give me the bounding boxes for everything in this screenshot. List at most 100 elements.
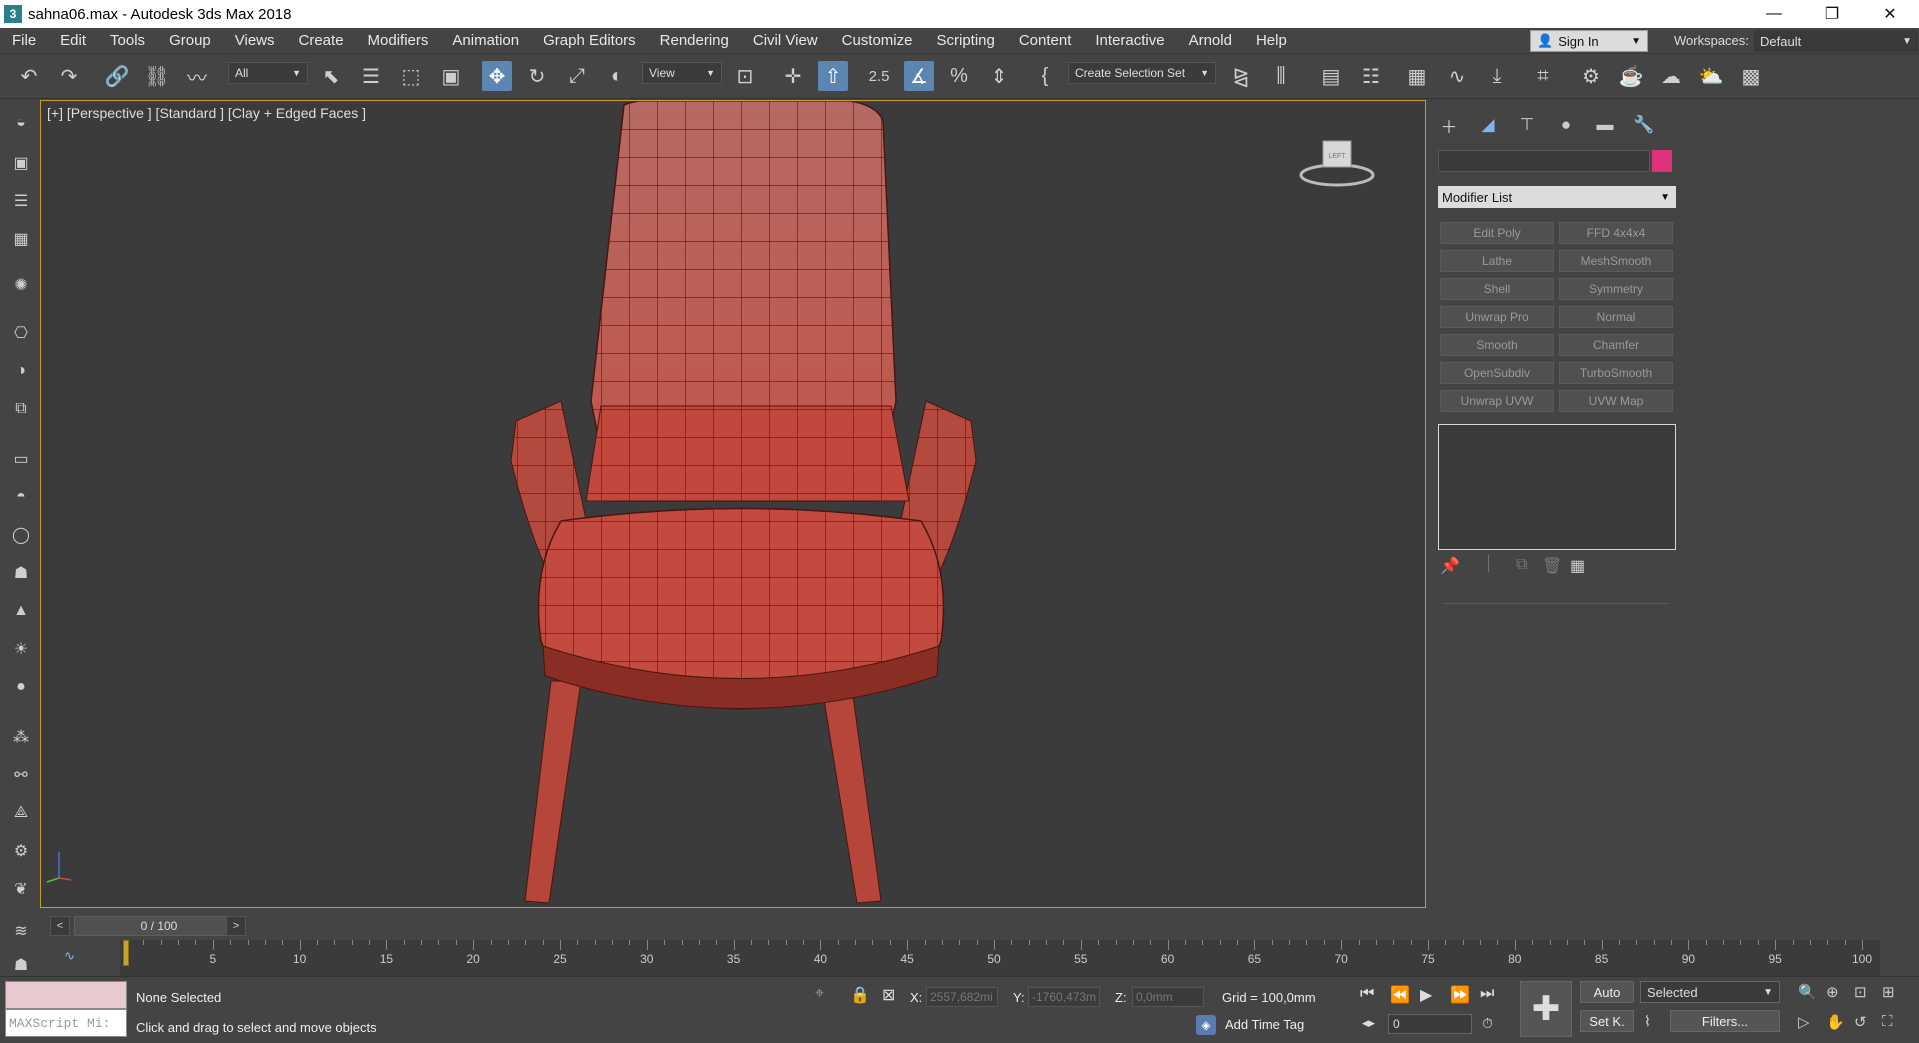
sign-in-dropdown[interactable]: 👤 Sign In ▼: [1530, 30, 1648, 52]
select-by-name-icon[interactable]: ☰: [356, 61, 386, 91]
make-unique-icon[interactable]: ⧉: [1516, 556, 1527, 574]
bind-space-warp-icon[interactable]: 〰: [182, 61, 212, 91]
edit-named-selection-icon[interactable]: {: [1030, 61, 1060, 91]
shell-button[interactable]: Shell: [1440, 278, 1554, 300]
pivot-center-icon[interactable]: ⊡: [730, 61, 760, 91]
chamfer-button[interactable]: Chamfer: [1559, 334, 1673, 356]
keyboard-shortcut-override-icon[interactable]: ✛: [778, 61, 808, 91]
render-production-icon[interactable]: ⛅: [1696, 61, 1726, 91]
edit-poly-button[interactable]: Edit Poly: [1440, 222, 1554, 244]
select-and-rotate-icon[interactable]: ↻: [522, 61, 552, 91]
object-color-swatch[interactable]: [1652, 150, 1672, 172]
key-filter-selection-dropdown[interactable]: Selected ▼: [1640, 981, 1780, 1003]
turbosmooth-button[interactable]: TurboSmooth: [1559, 362, 1673, 384]
mesh-icon[interactable]: ⟁: [8, 800, 34, 826]
absolute-mode-icon[interactable]: ⊠: [882, 985, 895, 1005]
select-and-place-icon[interactable]: ◐: [602, 61, 632, 91]
create-tab-icon[interactable]: ＋: [1434, 112, 1464, 138]
named-selection-dropdown[interactable]: Create Selection Set ▼: [1068, 62, 1216, 84]
menu-scripting[interactable]: Scripting: [924, 28, 1006, 54]
isolate-selection-icon[interactable]: ⌖: [815, 985, 824, 1003]
menu-help[interactable]: Help: [1244, 28, 1299, 54]
pin-stack-icon[interactable]: 📌: [1440, 556, 1460, 576]
material-editor-icon[interactable]: ⚙: [1576, 61, 1606, 91]
lock-selection-icon[interactable]: 🔒: [850, 985, 870, 1005]
close-button[interactable]: ✕: [1861, 0, 1919, 28]
maxscript-listener-output[interactable]: [5, 981, 127, 1009]
curve-editor-mini-icon[interactable]: ∿: [64, 948, 75, 964]
maximize-viewport-icon[interactable]: ⛶: [1882, 1013, 1893, 1030]
table-icon[interactable]: ▦: [8, 226, 34, 252]
teapot-icon[interactable]: ☗: [8, 560, 34, 586]
symmetry-button[interactable]: Symmetry: [1559, 278, 1673, 300]
scene-explorer-icon[interactable]: ▤: [1316, 61, 1346, 91]
uvw-map-button[interactable]: UVW Map: [1559, 390, 1673, 412]
align-icon[interactable]: ⫼: [1266, 61, 1296, 91]
menu-content[interactable]: Content: [1007, 28, 1084, 54]
spinner-snap-icon[interactable]: ⇕: [984, 61, 1014, 91]
menu-tools[interactable]: Tools: [98, 28, 157, 54]
key-mode-toggle-icon[interactable]: ◂▸: [1362, 1015, 1375, 1031]
menu-edit[interactable]: Edit: [48, 28, 98, 54]
plant-icon[interactable]: ❦: [8, 876, 34, 902]
lathe-button[interactable]: Lathe: [1440, 250, 1554, 272]
select-object-icon[interactable]: ⬉: [316, 61, 346, 91]
window-crossing-icon[interactable]: ▣: [436, 61, 466, 91]
menu-arnold[interactable]: Arnold: [1177, 28, 1244, 54]
bone-icon[interactable]: ⚯: [8, 762, 34, 788]
menu-graph-editors[interactable]: Graph Editors: [531, 28, 648, 54]
time-slider-next-button[interactable]: >: [226, 916, 246, 936]
key-filters-button[interactable]: Filters...: [1670, 1010, 1780, 1032]
field-of-view-icon[interactable]: ▷: [1798, 1013, 1810, 1031]
orbit-icon[interactable]: ↺: [1854, 1013, 1867, 1031]
menu-file[interactable]: File: [0, 28, 48, 54]
select-and-scale-icon[interactable]: ⤢: [562, 61, 592, 91]
percent-snap-icon[interactable]: %: [944, 61, 974, 91]
workspace-dropdown[interactable]: Default ▼: [1754, 30, 1918, 52]
default-in-out-tangents-icon[interactable]: ⌇: [1644, 1013, 1651, 1030]
sphere-icon[interactable]: ◯: [8, 522, 34, 548]
zoom-icon[interactable]: 🔍: [1798, 983, 1817, 1001]
link-icon[interactable]: 🔗: [102, 61, 132, 91]
opensubdiv-button[interactable]: OpenSubdiv: [1440, 362, 1554, 384]
rendered-frame-window-icon[interactable]: ☁: [1656, 61, 1686, 91]
cone-icon[interactable]: ▲: [8, 598, 34, 624]
redo-icon[interactable]: ↷: [54, 61, 84, 91]
time-slider-prev-button[interactable]: <: [50, 916, 70, 936]
normal-button[interactable]: Normal: [1559, 306, 1673, 328]
curve-editor-icon[interactable]: ∿: [1442, 61, 1472, 91]
go-to-start-icon[interactable]: ⏮: [1360, 985, 1374, 1003]
perspective-viewport[interactable]: [+] [Perspective ] [Standard ] [Clay + E…: [40, 100, 1426, 908]
list-icon[interactable]: ☰: [8, 188, 34, 214]
go-to-end-icon[interactable]: ⏭: [1480, 985, 1494, 1003]
next-frame-icon[interactable]: ⏩: [1450, 985, 1470, 1005]
cloth-icon[interactable]: ☗: [8, 952, 34, 978]
smooth-button[interactable]: Smooth: [1440, 334, 1554, 356]
angle-snap-icon[interactable]: ∡: [904, 61, 934, 91]
camera-icon[interactable]: ⎔: [8, 320, 34, 346]
scene-icon[interactable]: ▣: [8, 150, 34, 176]
previous-frame-icon[interactable]: ⏪: [1390, 985, 1410, 1005]
mirror-icon[interactable]: ⧎: [1226, 61, 1256, 91]
dope-sheet-icon[interactable]: ⤓: [1482, 61, 1512, 91]
unlink-icon[interactable]: ⛓: [142, 61, 172, 91]
zoom-extents-all-icon[interactable]: ⊞: [1882, 983, 1895, 1001]
object-name-field[interactable]: [1438, 150, 1650, 172]
film-icon[interactable]: ⧉: [8, 396, 34, 422]
light-icon[interactable]: ✺: [8, 272, 34, 298]
modify-tab-icon[interactable]: ◢: [1473, 112, 1503, 138]
set-key-button[interactable]: Set K.: [1580, 1010, 1634, 1032]
menu-create[interactable]: Create: [287, 28, 356, 54]
timeline-ruler[interactable]: 5 10 15 20 25 30 35 40 45 50 55 60 65 70 75 80 85 90 95 100: [120, 940, 1880, 976]
show-end-result-icon[interactable]: ⏐: [1484, 556, 1493, 574]
disc-icon[interactable]: ●: [8, 674, 34, 700]
select-and-move-icon[interactable]: ✥: [482, 61, 512, 91]
current-frame-marker[interactable]: [123, 940, 129, 966]
add-time-tag[interactable]: Add Time Tag: [1225, 1017, 1304, 1032]
pan-view-icon[interactable]: ✋: [1826, 1013, 1845, 1031]
play-icon[interactable]: ▶: [1420, 985, 1432, 1005]
ribbon-toggle-icon[interactable]: ▦: [1402, 61, 1432, 91]
time-config-icon[interactable]: ⏱: [1482, 1015, 1493, 1032]
modifier-list-dropdown[interactable]: Modifier List ▼: [1438, 186, 1676, 208]
unwrap-pro-button[interactable]: Unwrap Pro: [1440, 306, 1554, 328]
